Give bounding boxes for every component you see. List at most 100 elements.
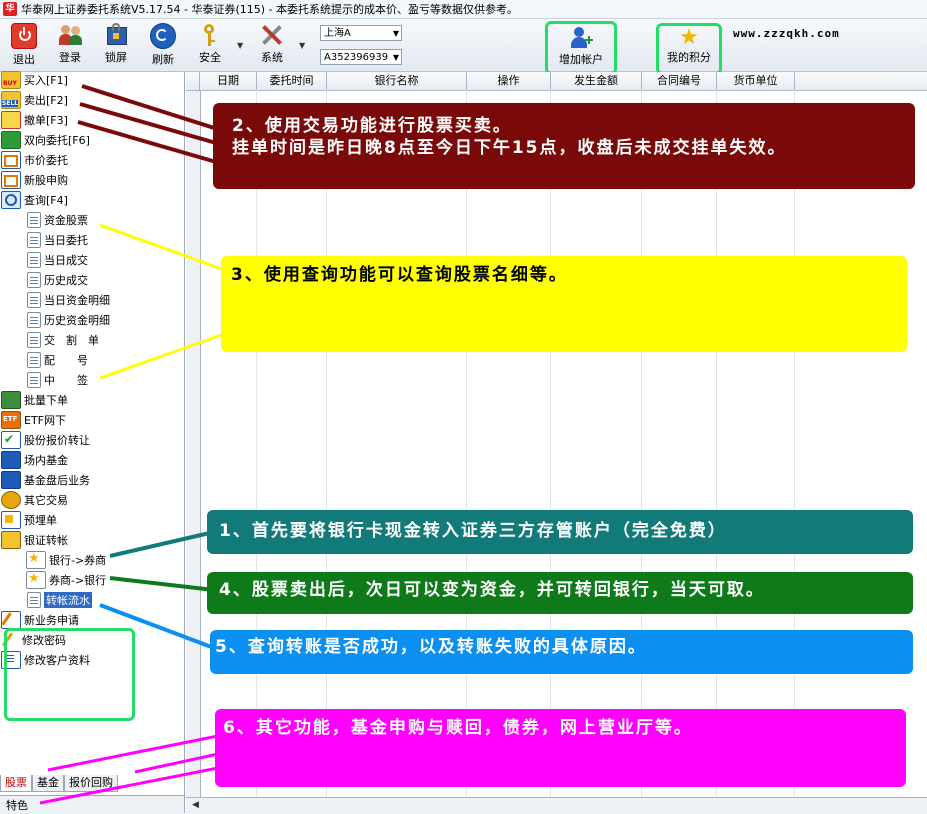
column-divider (716, 90, 717, 797)
system-button[interactable]: 系统 (250, 23, 294, 69)
system-label: 系统 (261, 51, 283, 64)
column-divider (641, 90, 642, 797)
sidebar-subitem-broker-to-bank[interactable]: ★ 券商->银行 (26, 570, 106, 590)
sidebar-item-batch-order[interactable]: 批量下单 (1, 390, 68, 410)
sidebar-subitem-settlement[interactable]: 交 割 单 (27, 330, 99, 350)
column-bank-name[interactable]: 银行名称 (327, 72, 467, 90)
sidebar-item-label: 新股申购 (24, 174, 68, 187)
sidebar-subitem-today-orders[interactable]: 当日委托 (27, 230, 88, 250)
security-button[interactable]: 安全 (188, 23, 232, 69)
sidebar-subitem-today-fund-detail[interactable]: 当日资金明细 (27, 290, 110, 310)
sidebar-item-new-business[interactable]: 新业务申请 (1, 610, 79, 630)
market-value: 上海A (324, 28, 351, 39)
security-dropdown-icon[interactable]: ▼ (237, 41, 243, 50)
column-order-time[interactable]: 委托时间 (257, 72, 327, 90)
sidebar-item-etf[interactable]: ETF ETF网下 (1, 410, 66, 430)
sidebar-subitem-label: 银行->券商 (49, 554, 107, 567)
sidebar-subitem-bank-to-broker[interactable]: ★ 银行->券商 (26, 550, 106, 570)
document-icon (27, 352, 41, 368)
document-icon (27, 592, 41, 608)
callout-deposit-text: 1、首先要将银行卡现金转入证券三方存管账户（完全免费） (219, 521, 727, 541)
sidebar-item-cancel-order[interactable]: 撤单[F3] (1, 110, 68, 130)
sidebar-item-label: 双向委托[F6] (24, 134, 90, 147)
sidebar-subitem-label: 当日成交 (44, 254, 88, 267)
sidebar-item-label: 批量下单 (24, 394, 68, 407)
callout-trading: 2、使用交易功能进行股票买卖。 挂单时间是昨日晚8点至今日下午15点，收盘后未成… (213, 103, 915, 189)
column-contract-no[interactable]: 合同编号 (642, 72, 717, 90)
transfer-star-icon: ★ (26, 551, 46, 569)
sidebar-item-share-transfer[interactable]: ✔ 股份报价转让 (1, 430, 90, 450)
new-business-icon (1, 611, 21, 629)
tab-stocks[interactable]: 股票 (0, 775, 32, 792)
sidebar-item-market-order[interactable]: 市价委托 (1, 150, 68, 170)
sidebar-item-label: 查询[F4] (24, 194, 68, 207)
sidebar-subitem-allotment-number[interactable]: 配 号 (27, 350, 88, 370)
refresh-button[interactable]: 刷新 (141, 23, 185, 69)
sidebar-subitem-label: 配 号 (44, 354, 88, 367)
sidebar-subitem-label: 交 割 单 (44, 334, 99, 347)
market-select[interactable]: 上海A ▼ (320, 25, 402, 41)
my-points-label: 我的积分 (667, 51, 711, 64)
sidebar-item-buy[interactable]: BUY 买入[F1] (1, 70, 68, 90)
sidebar-subitem-funds-stocks[interactable]: 资金股票 (27, 210, 88, 230)
sidebar-subitem-label: 转帐流水 (44, 592, 92, 608)
sidebar-item-label: 撤单[F3] (24, 114, 68, 127)
sidebar-item-label: 其它交易 (24, 494, 68, 507)
login-button[interactable]: 登录 (48, 23, 92, 69)
sidebar-subitem-lottery-win[interactable]: 中 签 (27, 370, 88, 390)
add-account-button[interactable]: 增加帐户 (545, 21, 617, 75)
column-operation[interactable]: 操作 (467, 72, 551, 90)
query-icon (1, 191, 21, 209)
callout-other-functions: 6、其它功能，基金申购与赎回，债券，网上营业厅等。 (215, 709, 906, 787)
sidebar-item-ipo[interactable]: 新股申购 (1, 170, 68, 190)
ipo-subscribe-icon (1, 171, 21, 189)
sidebar-item-bank-transfer[interactable]: 银证转帐 (1, 530, 68, 550)
toolbar: 退出 登录 锁屏 刷新 安全 ▼ 系统 ▼ 上海A ▼ A352396939 ▼… (0, 19, 927, 75)
sidebar-item-sell[interactable]: SELL 卖出[F2] (1, 90, 68, 110)
document-icon (27, 292, 41, 308)
sell-icon: SELL (1, 91, 21, 109)
column-divider (466, 90, 467, 797)
column-currency[interactable]: 货币单位 (717, 72, 795, 90)
column-divider (326, 90, 327, 797)
grid-header: 日期 委托时间 银行名称 操作 发生金额 合同编号 货币单位 (186, 72, 927, 91)
tab-quote-repo[interactable]: 报价回购 (64, 775, 118, 792)
tab-funds[interactable]: 基金 (32, 775, 64, 792)
column-divider (256, 90, 257, 797)
sidebar-item-query[interactable]: 查询[F4] (1, 190, 68, 210)
share-transfer-icon: ✔ (1, 431, 21, 449)
callout-transfer-check-text: 5、查询转账是否成功，以及转账失败的具体原因。 (215, 637, 647, 657)
title-bar: 华 华泰网上证券委托系统V5.17.54 - 华泰证券(115) - 本委托系统… (0, 0, 927, 19)
sidebar-item-label: 股份报价转让 (24, 434, 90, 447)
sidebar-subitem-history-deals[interactable]: 历史成交 (27, 270, 88, 290)
my-points-button[interactable]: ★ 我的积分 (656, 23, 722, 75)
callout-trading-line1: 2、使用交易功能进行股票买卖。 (232, 116, 512, 136)
sidebar-item-fund-afterhours[interactable]: 基金盘后业务 (1, 470, 90, 490)
lock-screen-button[interactable]: 锁屏 (94, 23, 138, 69)
column-amount[interactable]: 发生金额 (551, 72, 642, 90)
document-icon (27, 312, 41, 328)
column-date[interactable]: 日期 (200, 72, 257, 90)
lock-label: 锁屏 (105, 51, 127, 64)
sidebar-item-onsite-fund[interactable]: 场内基金 (1, 450, 68, 470)
feature-bar[interactable]: 特色 (0, 795, 184, 814)
sidebar-item-other-trade[interactable]: 其它交易 (1, 490, 68, 510)
bank-transfer-icon (1, 531, 21, 549)
sidebar-subitem-transfer-history[interactable]: 转帐流水 (27, 590, 92, 610)
sidebar-item-preset-order[interactable]: 预埋单 (1, 510, 57, 530)
logout-button[interactable]: 退出 (2, 23, 46, 69)
sidebar-item-label: 银证转帐 (24, 534, 68, 547)
sidebar-item-two-way-order[interactable]: 双向委托[F6] (1, 130, 90, 150)
security-label: 安全 (199, 51, 221, 64)
sidebar-item-label: 预埋单 (24, 514, 57, 527)
account-select[interactable]: A352396939 ▼ (320, 49, 402, 65)
scroll-left-icon[interactable]: ◀ (192, 800, 199, 810)
window-title: 华泰网上证券委托系统V5.17.54 - 华泰证券(115) - 本委托系统提示… (21, 3, 519, 16)
add-user-icon (569, 27, 593, 49)
grid-corner (186, 72, 200, 90)
sidebar-subitem-history-fund-detail[interactable]: 历史资金明细 (27, 310, 110, 330)
system-dropdown-icon[interactable]: ▼ (299, 41, 305, 50)
password-area-highlight (4, 628, 135, 721)
sidebar-subitem-today-deals[interactable]: 当日成交 (27, 250, 88, 270)
horizontal-scrollbar[interactable]: ◀ (186, 797, 927, 814)
